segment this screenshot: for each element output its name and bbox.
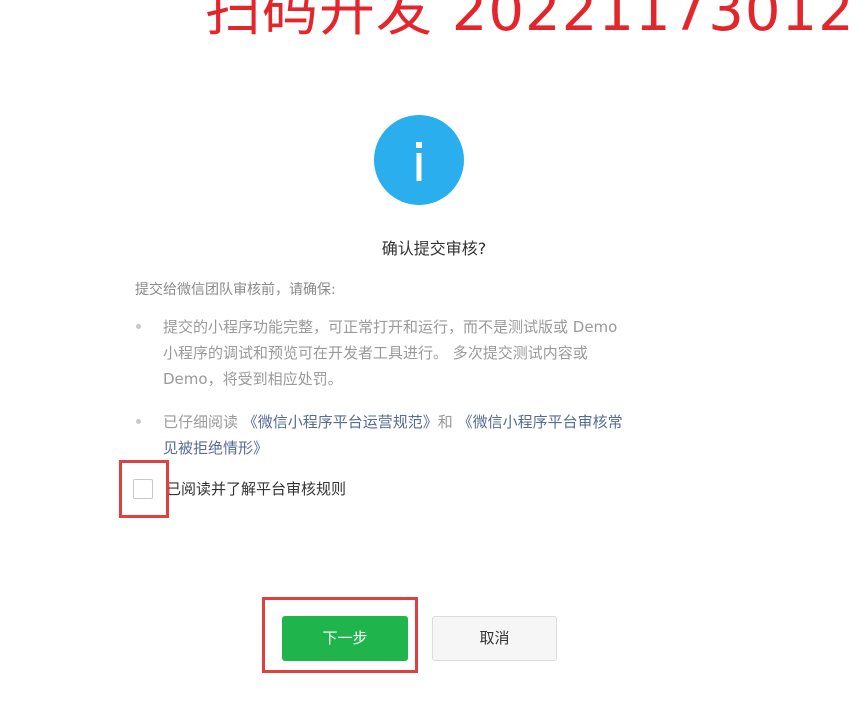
operation-rules-link[interactable]: 《微信小程序平台运营规范》 bbox=[243, 413, 438, 431]
requirement-item-2-prefix: 已仔细阅读 bbox=[163, 413, 243, 431]
info-glyph bbox=[416, 142, 422, 181]
requirement-item-1-line-2: 小程序的调试和预览可在开发者工具进行。 多次提交测试内容或 bbox=[163, 344, 588, 362]
requirement-item-2: 已仔细阅读 《微信小程序平台运营规范》和 《微信小程序平台审核常 见被拒绝情形》 bbox=[163, 409, 723, 461]
bullet-dot bbox=[136, 324, 141, 329]
requirement-item-1-line-3: Demo，将受到相应处罚。 bbox=[163, 370, 343, 388]
dialog-title: 确认提交审核? bbox=[381, 239, 487, 258]
rejection-cases-link-part-1[interactable]: 《微信小程序平台审核常 bbox=[458, 413, 623, 431]
requirement-item-2-line-1: 已仔细阅读 《微信小程序平台运营规范》和 《微信小程序平台审核常 bbox=[163, 409, 723, 435]
agree-rules-label[interactable]: 已阅读并了解平台审核规则 bbox=[166, 479, 346, 499]
info-icon bbox=[374, 115, 464, 205]
rejection-cases-link-part-2[interactable]: 见被拒绝情形》 bbox=[163, 439, 268, 457]
requirement-item-2-line-2: 见被拒绝情形》 bbox=[163, 435, 723, 461]
bullet-dot bbox=[136, 419, 141, 424]
next-button-highlight-annotation bbox=[262, 597, 418, 673]
requirement-item-2-middle: 和 bbox=[437, 413, 458, 431]
top-watermark-text: 扫码开发 20221173012 bbox=[205, 0, 855, 44]
cancel-button[interactable]: 取消 bbox=[432, 616, 557, 661]
requirement-item-1: 提交的小程序功能完整，可正常打开和运行，而不是测试版或 Demo 小程序的调试和… bbox=[163, 314, 723, 392]
intro-text: 提交给微信团队审核前，请确保: bbox=[135, 282, 336, 298]
requirement-item-1-line-1: 提交的小程序功能完整，可正常打开和运行，而不是测试版或 Demo bbox=[163, 318, 618, 336]
checkbox-highlight-annotation bbox=[119, 460, 169, 518]
submit-review-dialog: 扫码开发 20221173012 确认提交审核? 提交给微信团队审核前，请确保:… bbox=[0, 0, 868, 709]
